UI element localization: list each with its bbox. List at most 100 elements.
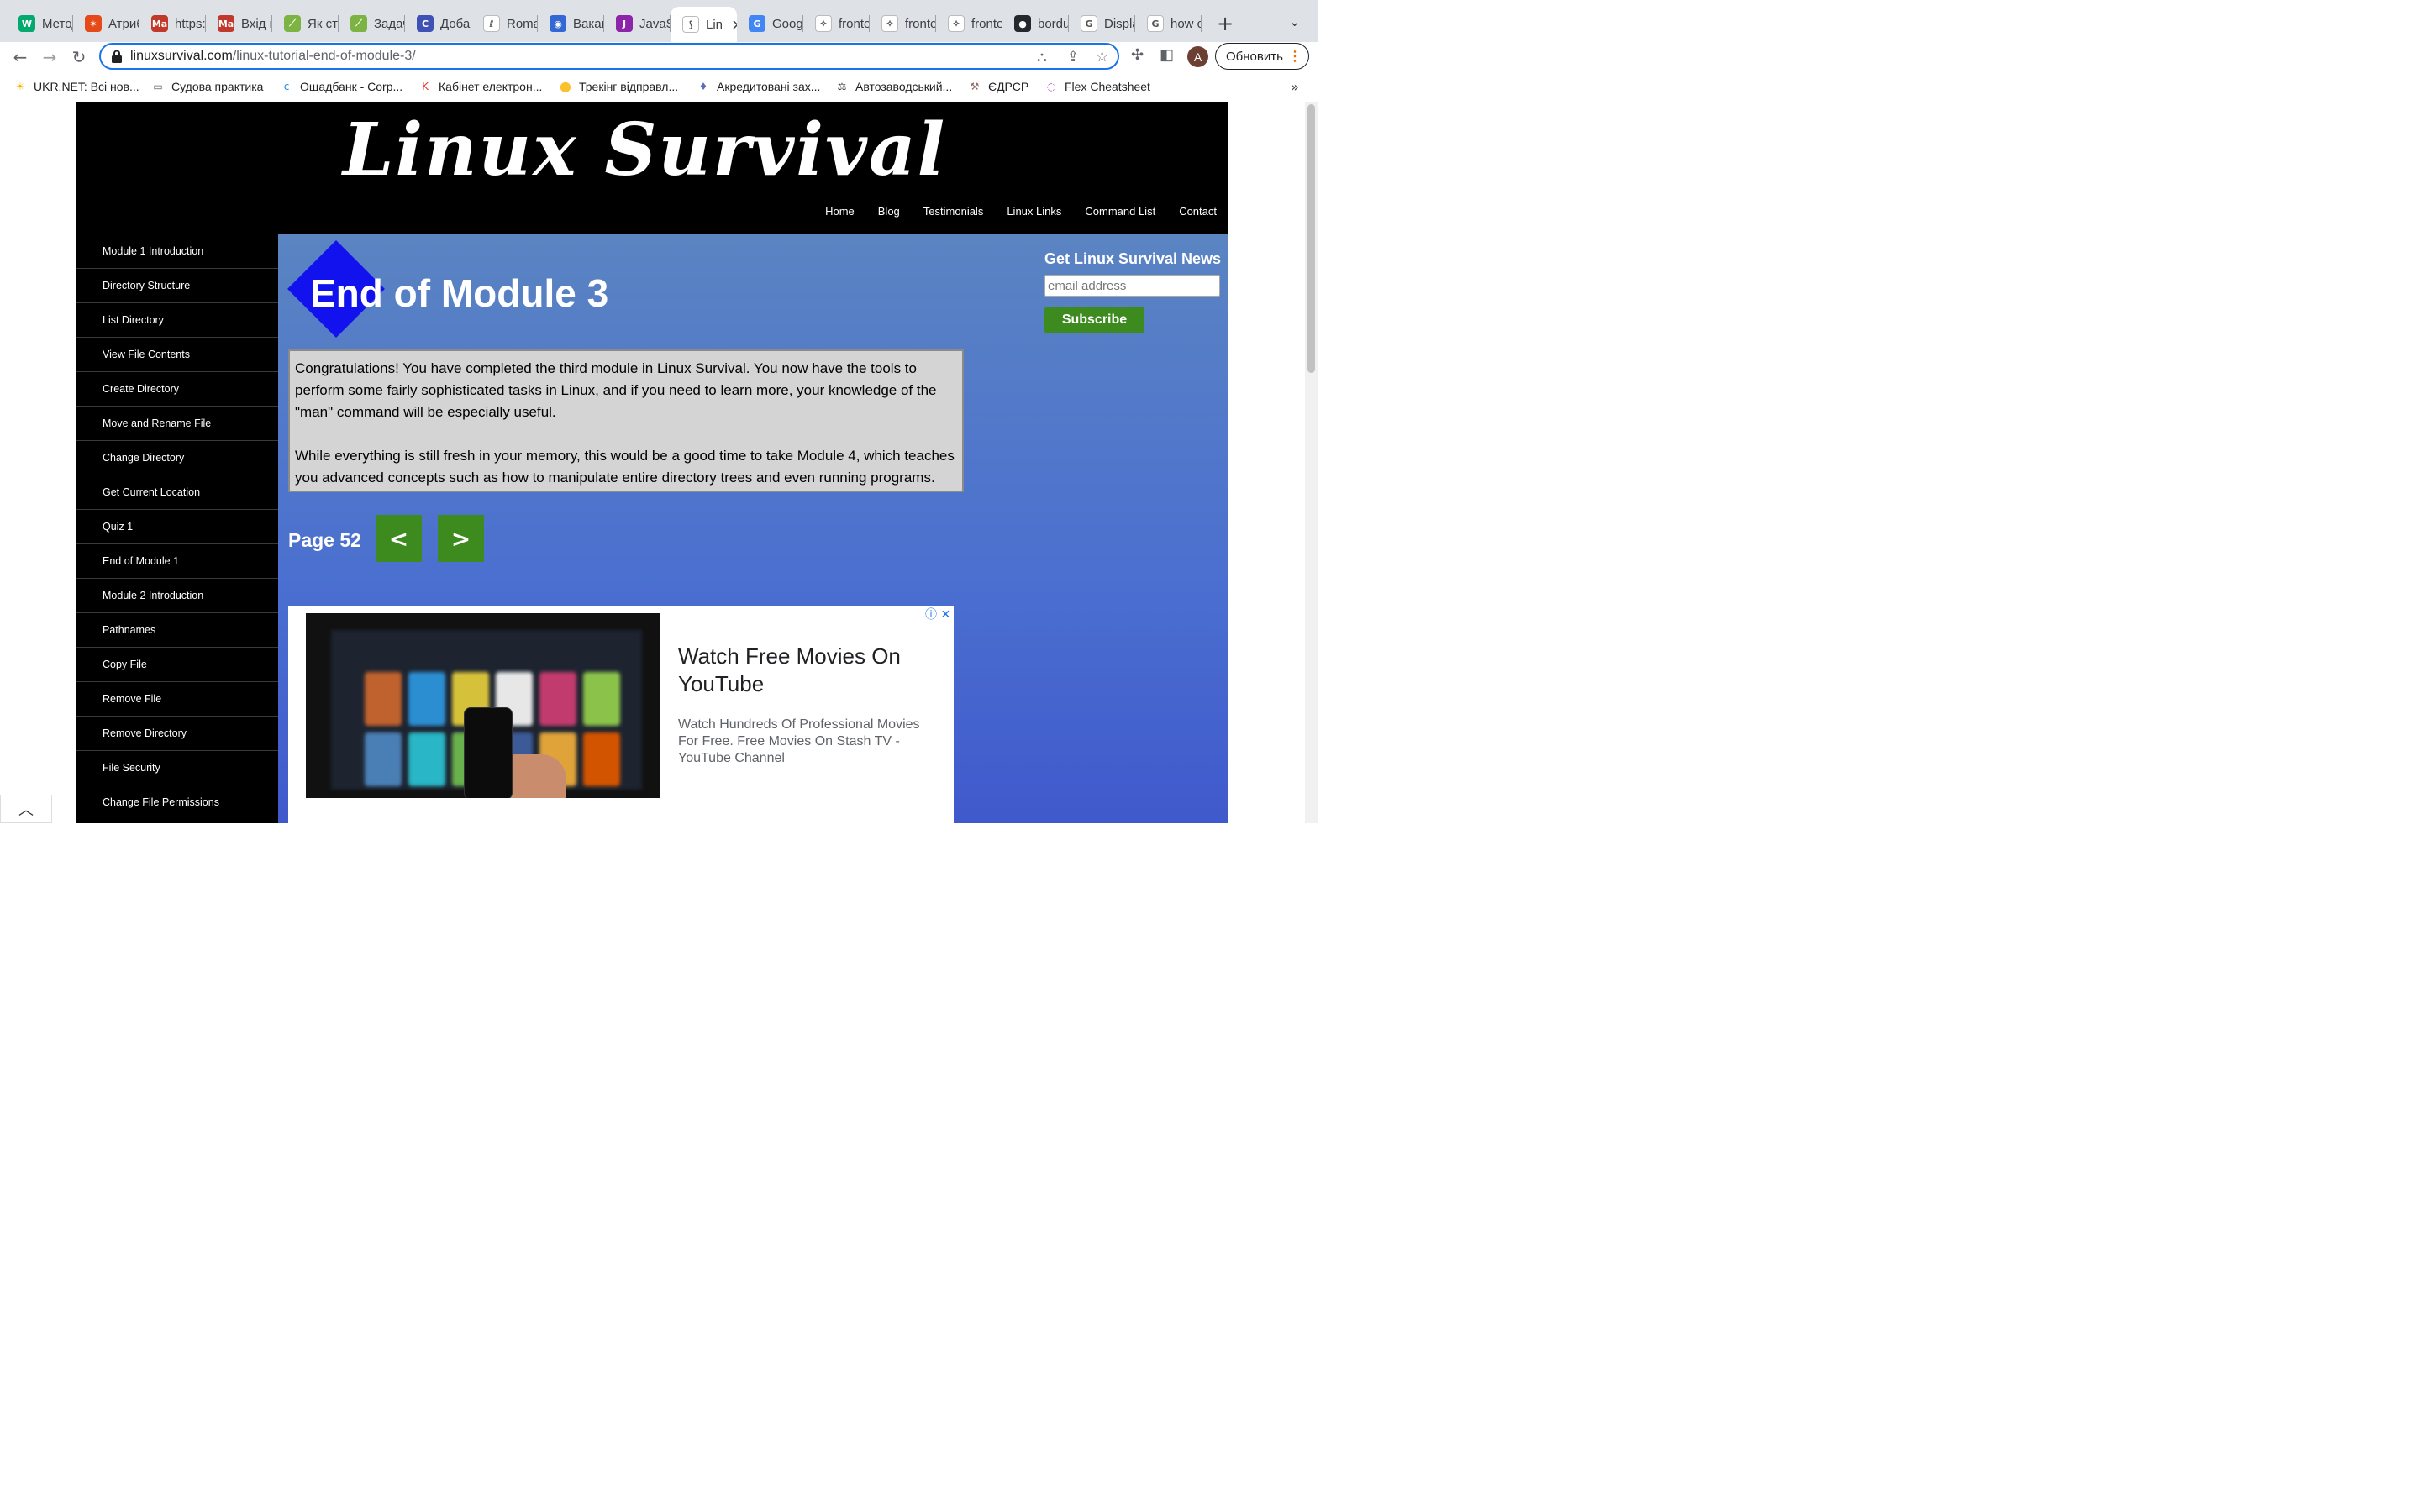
bookmark-label: Трекінг відправл... — [579, 80, 679, 93]
bookmark-item[interactable]: ⚒ ЄДРСР — [968, 80, 1029, 93]
bookmark-item[interactable]: ▭ Судова практика — [151, 80, 263, 93]
bookmark-item[interactable]: K Кабінет електрон... — [418, 80, 542, 93]
back-button[interactable]: ← — [9, 46, 31, 68]
newsletter-email-input[interactable] — [1044, 275, 1220, 297]
browser-tab[interactable]: Ma Вхід в — [206, 7, 272, 40]
browser-tab[interactable]: ◉ Вакан — [538, 7, 604, 40]
extensions-icon[interactable]: ✣ — [1131, 46, 1144, 64]
tab-search-icon[interactable]: ⌄ — [1289, 13, 1300, 29]
browser-tab[interactable]: ⟋ Як ств — [272, 7, 339, 40]
newsletter-title: Get Linux Survival News — [1044, 250, 1222, 267]
tab-favicon-icon: Ma — [151, 15, 168, 32]
tab-title: fronte — [905, 16, 936, 31]
menu-dots-icon[interactable]: ⋮ — [1288, 48, 1302, 65]
bookmark-star-icon[interactable]: ☆ — [1096, 49, 1108, 66]
previous-page-button[interactable]: < — [376, 515, 422, 562]
advertisement[interactable]: ⓘ ✕ Watch Free Movies On YouTube Watch H… — [288, 606, 954, 823]
sidebar-item-view-file-contents[interactable]: View File Contents — [76, 337, 278, 371]
sidebar-item-list-directory[interactable]: List Directory — [76, 302, 278, 337]
site-header: Linux Survival Home Blog Testimonials Linux… — [76, 102, 1228, 234]
nav-link-home[interactable]: Home — [825, 205, 855, 218]
browser-tab[interactable]: G Displa — [1069, 7, 1135, 40]
sidebar-item-module-2-introduction[interactable]: Module 2 Introduction — [76, 578, 278, 612]
sidebar-item-change-directory[interactable]: Change Directory — [76, 440, 278, 475]
subscribe-button[interactable]: Subscribe — [1044, 307, 1144, 333]
sidebar-item-move-and-rename-file[interactable]: Move and Rename File — [76, 406, 278, 440]
update-browser-button[interactable]: Обновить ⋮ — [1215, 43, 1309, 70]
ad-description[interactable]: Watch Hundreds Of Professional Movies Fo… — [678, 717, 939, 767]
url-text[interactable]: linuxsurvival.com/linux-tutorial-end-of-… — [130, 49, 416, 64]
nav-link-command-list[interactable]: Command List — [1085, 205, 1155, 218]
site-logo[interactable]: Linux Survival — [343, 108, 946, 192]
remote-control-graphic — [464, 707, 513, 798]
scroll-to-top-button[interactable]: ︿ — [0, 795, 52, 823]
browser-tab[interactable]: ℓ Roma — [471, 7, 538, 40]
forward-button[interactable]: → — [39, 46, 60, 68]
tab-separator — [1201, 15, 1202, 32]
ad-close-icon[interactable]: ✕ — [940, 608, 950, 622]
oschadbank-icon: c — [283, 81, 290, 92]
browser-tab[interactable]: ⟡ fronte — [936, 7, 1002, 40]
bookmark-label: Flex Cheatsheet — [1065, 80, 1150, 93]
new-tab-button[interactable]: + — [1217, 12, 1234, 35]
side-panel-icon[interactable]: ◧ — [1160, 46, 1174, 64]
share-icon[interactable]: ⇪ — [1067, 49, 1079, 66]
ad-title[interactable]: Watch Free Movies On YouTube — [678, 643, 930, 698]
close-tab-icon[interactable]: × — [731, 16, 737, 34]
profile-avatar[interactable]: A — [1187, 46, 1208, 67]
browser-tab[interactable]: ⟋ Задач — [339, 7, 405, 40]
nav-link-linux-links[interactable]: Linux Links — [1007, 205, 1061, 218]
bookmark-item[interactable]: ◌ Flex Cheatsheet — [1044, 80, 1150, 93]
ad-choices-icon[interactable]: ⓘ ✕ — [925, 606, 950, 622]
browser-tab[interactable]: ● bordu — [1002, 7, 1069, 40]
scrollbar-thumb[interactable] — [1307, 104, 1315, 373]
bookmark-label: Ощадбанк - Corp... — [300, 80, 403, 93]
tab-favicon-icon: ℓ — [483, 15, 500, 32]
sidebar-item-directory-structure[interactable]: Directory Structure — [76, 268, 278, 302]
sidebar-item-create-directory[interactable]: Create Directory — [76, 371, 278, 406]
browser-tab[interactable]: Ma https: — [139, 7, 206, 40]
page-title: End of Module 3 — [310, 271, 609, 315]
sidebar-item-copy-file[interactable]: Copy File — [76, 647, 278, 681]
lock-icon[interactable] — [111, 50, 123, 63]
browser-tab[interactable]: Ghow c — [1135, 7, 1202, 40]
ad-image[interactable] — [306, 613, 660, 798]
tab-title: JavaS — [639, 16, 671, 31]
tab-title: fronte — [839, 16, 870, 31]
tab-active[interactable]: ⟆ Lin × — [671, 7, 737, 42]
nav-link-contact[interactable]: Contact — [1179, 205, 1217, 218]
browser-tab[interactable]: G Googl — [737, 7, 803, 40]
sidebar-item-remove-file[interactable]: Remove File — [76, 681, 278, 716]
reload-button[interactable]: ↻ — [68, 46, 90, 68]
sidebar-item-module-1-introduction[interactable]: Module 1 Introduction — [76, 234, 278, 268]
browser-tab[interactable]: ⟡ fronte — [870, 7, 936, 40]
location-pin-icon: ⬤ — [560, 81, 571, 92]
translate-icon[interactable]: ⛬ — [1037, 49, 1047, 66]
sidebar-item-change-file-permissions[interactable]: Change File Permissions — [76, 785, 278, 819]
tab-title: Метод — [42, 16, 73, 31]
sidebar-item-pathnames[interactable]: Pathnames — [76, 612, 278, 647]
browser-tab[interactable]: C Добав — [405, 7, 471, 40]
bookmark-item[interactable]: ⚖ Автозаводський... — [835, 80, 953, 93]
next-page-button[interactable]: > — [438, 515, 484, 562]
nav-link-blog[interactable]: Blog — [878, 205, 900, 218]
nav-link-testimonials[interactable]: Testimonials — [923, 205, 984, 218]
bookmark-item[interactable]: ⬤ Трекінг відправл... — [559, 80, 678, 93]
bookmark-item[interactable]: ☀ UKR.NET: Всі нов... — [13, 80, 139, 93]
page-scrollbar[interactable] — [1305, 102, 1318, 823]
sidebar-item-end-of-module-1[interactable]: End of Module 1 — [76, 543, 278, 578]
flex-icon: ◌ — [1046, 81, 1056, 92]
sidebar-item-file-security[interactable]: File Security — [76, 750, 278, 785]
more-bookmarks-icon[interactable]: » — [1291, 79, 1299, 95]
address-bar[interactable]: linuxsurvival.com/linux-tutorial-end-of-… — [99, 43, 1119, 70]
bookmark-item[interactable]: c Ощадбанк - Corp... — [280, 80, 402, 93]
browser-tab[interactable]: J JavaS — [604, 7, 671, 40]
browser-tab[interactable]: ⟡ fronte — [803, 7, 870, 40]
sidebar-item-remove-directory[interactable]: Remove Directory — [76, 716, 278, 750]
tab-favicon-icon: J — [616, 15, 633, 32]
browser-tab[interactable]: ✶ Атрибу — [73, 7, 139, 40]
sidebar-item-get-current-location[interactable]: Get Current Location — [76, 475, 278, 509]
browser-tab[interactable]: W Метод — [7, 7, 73, 40]
bookmark-item[interactable]: ♦ Акредитовані зах... — [697, 80, 821, 93]
sidebar-item-quiz-1[interactable]: Quiz 1 — [76, 509, 278, 543]
